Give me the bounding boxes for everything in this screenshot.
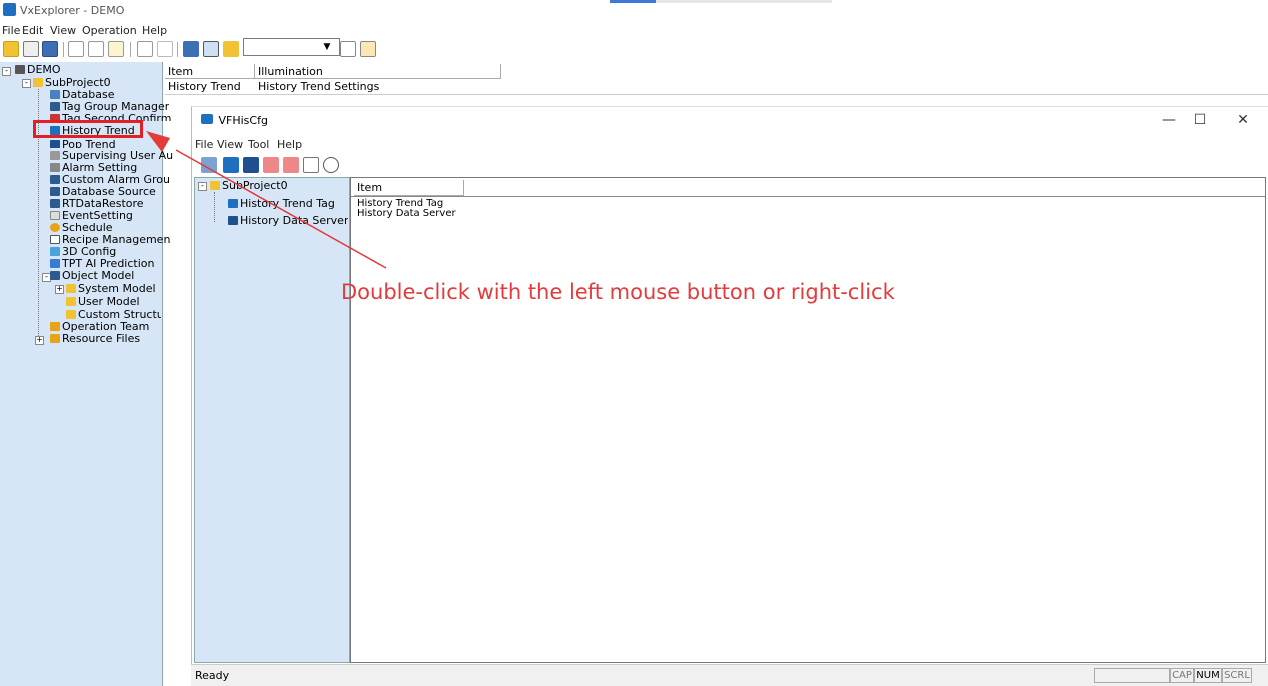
arrow-head (146, 131, 170, 152)
annotation-arrow (146, 131, 387, 269)
annotation-text: Double-click with the left mouse button … (341, 280, 895, 304)
arrow-line (175, 149, 387, 269)
